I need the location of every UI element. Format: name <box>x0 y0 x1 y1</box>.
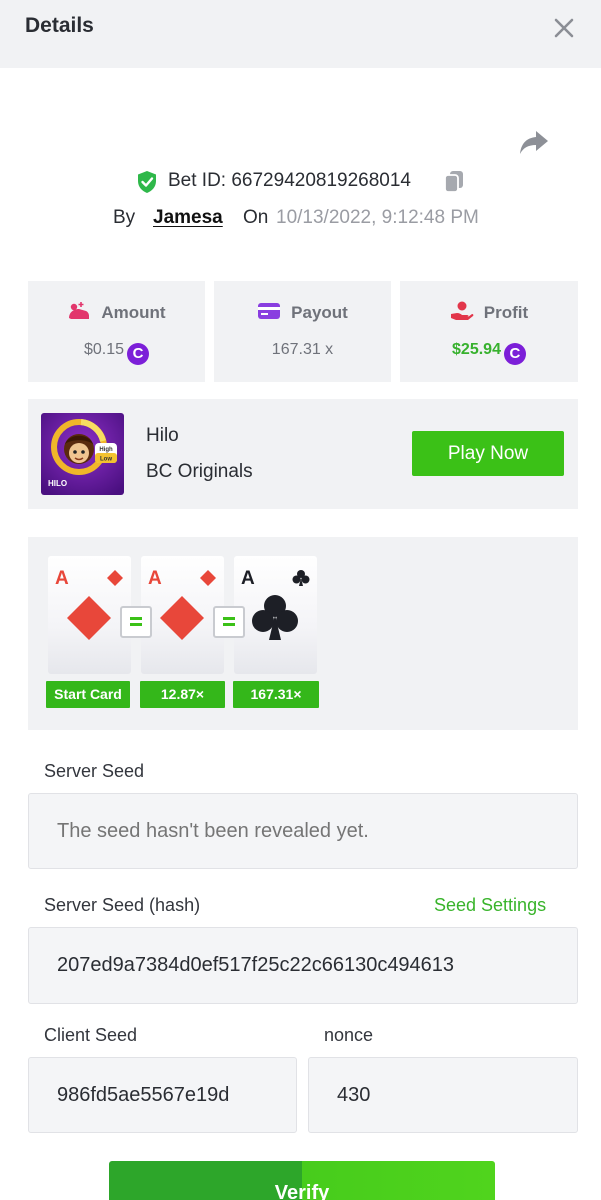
card-multiplier-label: 12.87× <box>140 681 225 708</box>
bet-id: Bet ID: 66729420819268014 <box>168 170 411 191</box>
client-seed-label: Client Seed <box>44 1025 138 1045</box>
amount-icon <box>69 302 90 319</box>
bet-author-row: By Jamesa On 10/13/2022, 9:12:48 PM <box>0 205 601 233</box>
amount-label: Amount <box>101 303 166 322</box>
nonce-input[interactable] <box>308 1057 578 1133</box>
equal-icon <box>120 606 152 638</box>
amount-value: $0.15 <box>83 341 125 358</box>
card-rank: A <box>148 568 162 589</box>
club-suit-icon <box>252 595 298 640</box>
card-ace-diamonds: A <box>48 556 131 674</box>
card-ace-clubs: A <box>234 556 317 674</box>
server-seed-hash-label: Server Seed (hash) <box>44 895 201 915</box>
seed-settings-link[interactable]: Seed Settings <box>434 895 546 916</box>
profit-value: $25.94 <box>452 341 501 358</box>
bet-id-row: Bet ID: 66729420819268014 <box>0 168 601 198</box>
payout-card: Payout 167.31 x <box>214 281 391 382</box>
card-multiplier-label: Start Card <box>46 681 130 708</box>
amount-card: Amount $0.15 C <box>28 281 205 382</box>
user-link[interactable]: Jamesa <box>153 207 223 229</box>
close-icon[interactable] <box>552 16 576 40</box>
by-label: By <box>113 207 136 228</box>
diamond-suit-icon <box>67 596 111 640</box>
thumb-low-text: Low <box>100 457 112 463</box>
copy-icon[interactable] <box>443 170 465 194</box>
hilo-game-thumbnail[interactable]: High Low HILO <box>41 413 124 495</box>
coin-icon: C <box>503 343 526 365</box>
payout-card-icon <box>258 303 281 319</box>
on-label: On <box>243 207 269 228</box>
card-rank: A <box>55 568 69 589</box>
diamond-suit-icon <box>160 596 204 640</box>
profit-hand-icon <box>450 301 474 320</box>
thumb-high-text: High <box>99 447 113 453</box>
client-seed-input[interactable] <box>28 1057 297 1133</box>
bet-timestamp: 10/13/2022, 9:12:48 PM <box>276 207 479 228</box>
server-seed-label: Server Seed <box>44 761 145 781</box>
profit-label: Profit <box>483 303 529 322</box>
card-rank: A <box>241 568 255 589</box>
server-seed-hash-input[interactable] <box>28 927 578 1004</box>
payout-value: 167.31 x <box>271 341 334 358</box>
details-header: Details <box>0 0 601 68</box>
verified-shield-icon <box>138 171 156 193</box>
game-provider: BC Originals <box>146 461 253 482</box>
card-multiplier-label: 167.31× <box>233 681 319 708</box>
page-title: Details <box>25 14 94 37</box>
thumb-title: HILO <box>48 479 67 488</box>
payout-label: Payout <box>291 303 348 322</box>
diamond-suit-icon <box>200 570 216 586</box>
nonce-label: nonce <box>324 1025 374 1045</box>
card-history: A A A Start Card 12.87× 167.31× <box>28 537 578 730</box>
play-now-button[interactable]: Play Now <box>412 431 564 476</box>
card-ace-diamonds: A <box>141 556 224 674</box>
club-suit-icon <box>292 570 310 586</box>
game-row: High Low HILO Hilo BC Originals Play Now <box>28 399 578 509</box>
game-name: Hilo <box>146 425 179 446</box>
equal-icon <box>213 606 245 638</box>
profit-card: Profit $25.94 C <box>400 281 578 382</box>
share-icon[interactable] <box>518 128 550 156</box>
diamond-suit-icon <box>107 570 123 586</box>
verify-button[interactable]: Verify <box>109 1161 495 1200</box>
server-seed-input[interactable] <box>28 793 578 869</box>
coin-icon: C <box>127 343 150 365</box>
